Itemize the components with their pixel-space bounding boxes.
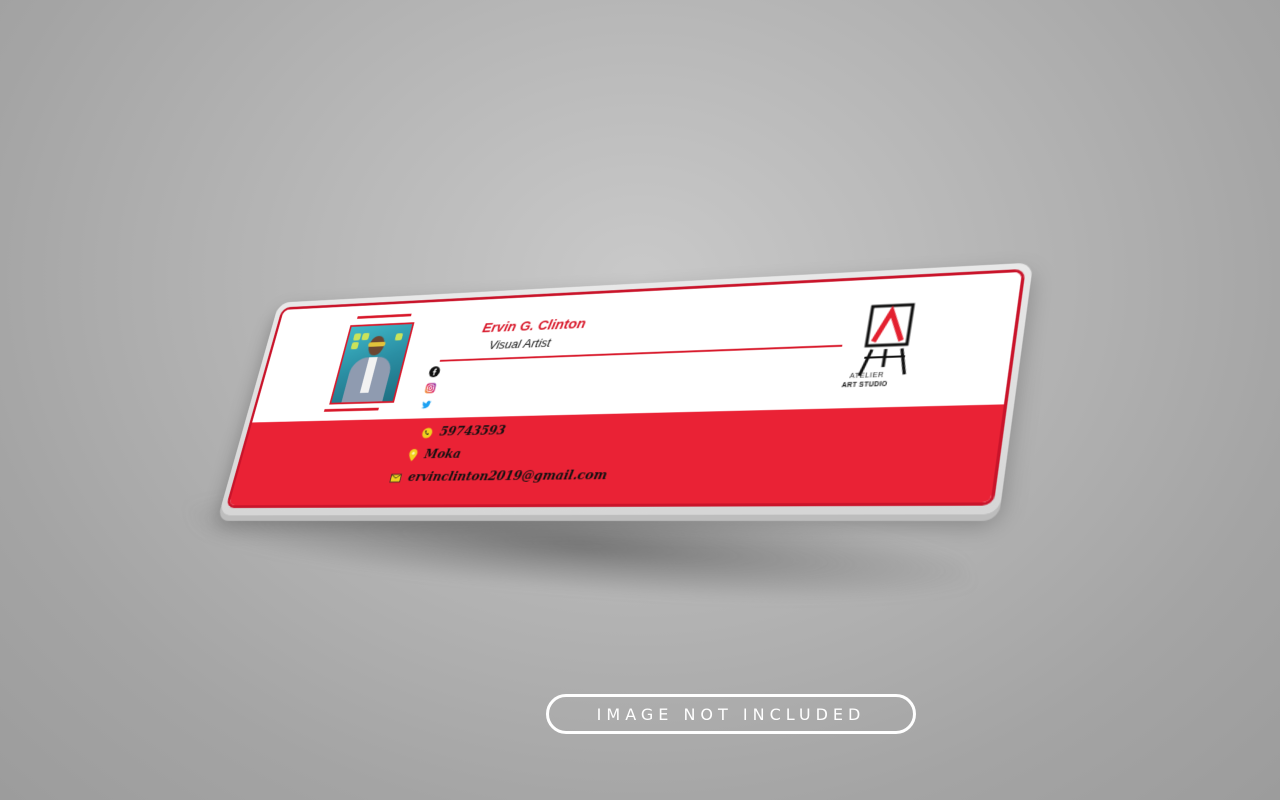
person-role: Visual Artist — [488, 336, 553, 352]
person-glasses — [368, 342, 386, 347]
contact-location: Moka — [407, 447, 463, 462]
card-mockup: Ervin G. Clinton Visual Artist 59743593 … — [190, 270, 1020, 540]
card-bottom-section — [229, 404, 1004, 505]
photo-tile — [395, 333, 404, 340]
mockup-scene: Ervin G. Clinton Visual Artist 59743593 … — [0, 0, 1280, 800]
image-not-included-badge: IMAGE NOT INCLUDED — [546, 694, 916, 734]
phone-number: 59743593 — [438, 424, 507, 439]
location-pin-icon — [407, 449, 419, 461]
photo-tile — [353, 333, 362, 340]
logo-subtitle: ART STUDIO — [841, 381, 888, 389]
email-signature-card: Ervin G. Clinton Visual Artist 59743593 … — [226, 269, 1026, 508]
logo-name: ATELIER — [849, 372, 884, 380]
photo-tile — [361, 333, 370, 340]
email-address[interactable]: ervinclinton2019@gmail.com — [406, 468, 608, 485]
photo-tile — [351, 342, 360, 349]
location-text: Moka — [423, 447, 463, 462]
profile-photo — [329, 322, 414, 404]
contact-email[interactable]: ervinclinton2019@gmail.com — [389, 468, 609, 485]
contact-phone: 59743593 — [420, 424, 507, 440]
card-plate: Ervin G. Clinton Visual Artist 59743593 … — [219, 263, 1034, 516]
phone-icon — [421, 427, 434, 438]
envelope-icon — [389, 473, 402, 483]
